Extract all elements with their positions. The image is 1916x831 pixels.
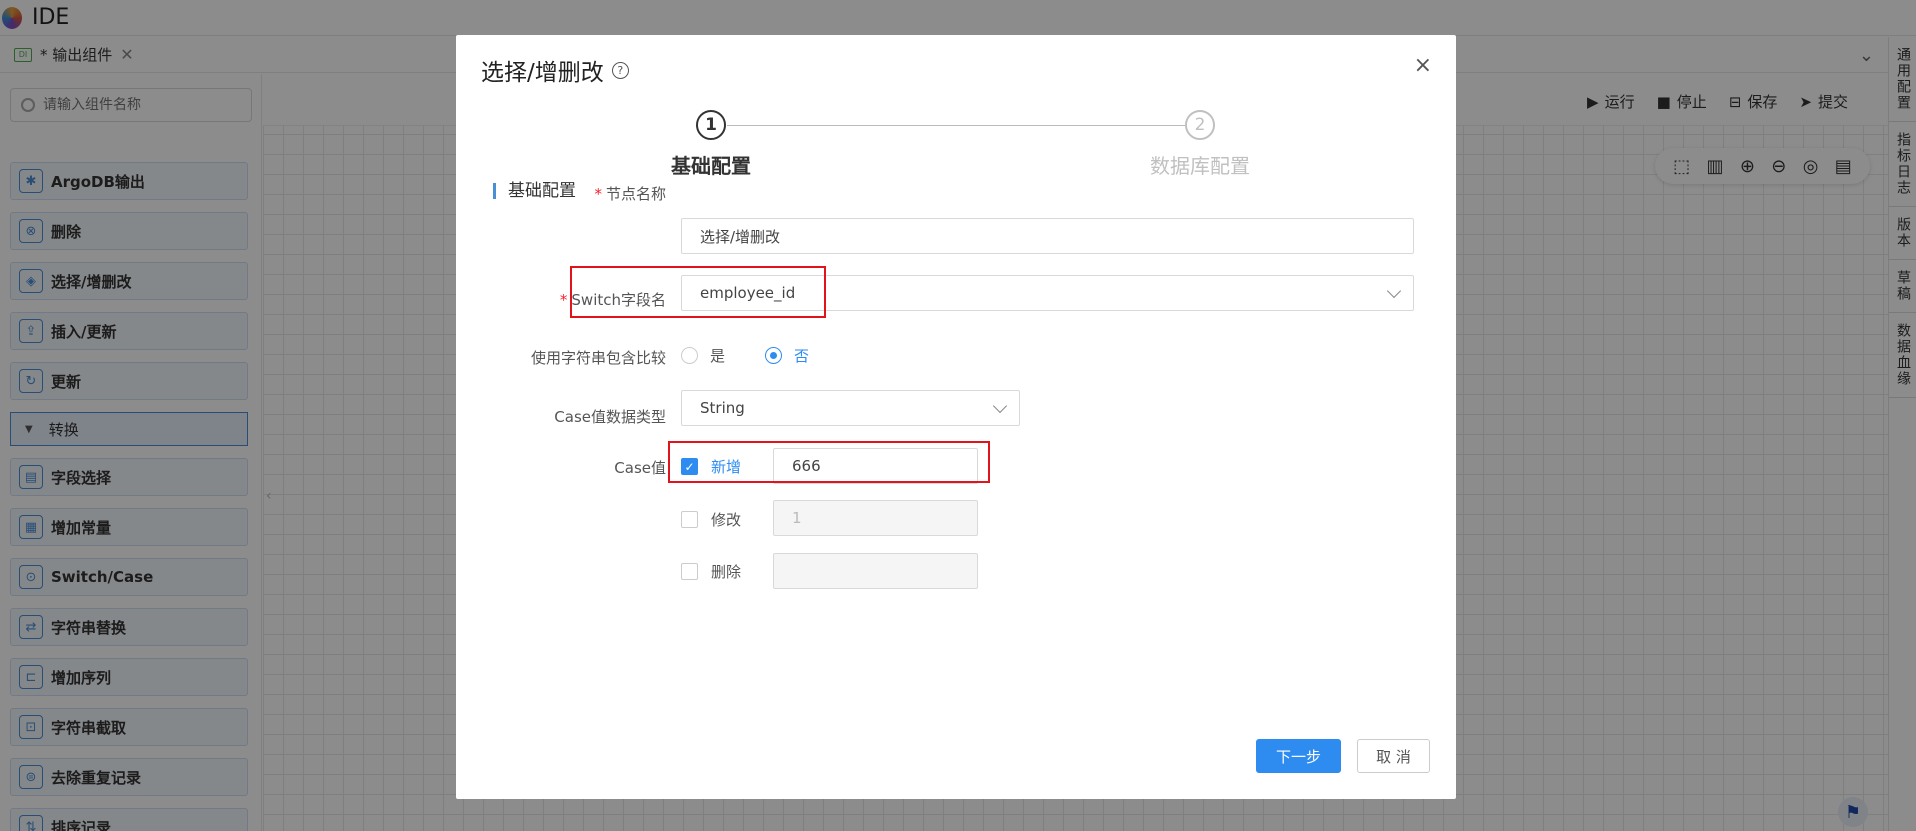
node-name-label-text: 节点名称 bbox=[605, 185, 666, 203]
highlight-switch-field bbox=[570, 266, 826, 318]
radio-yes-label: 是 bbox=[710, 347, 726, 365]
case-type-value: String bbox=[700, 399, 745, 417]
section-title: 基础配置 bbox=[493, 183, 576, 200]
node-name-input[interactable]: 选择/增删改 bbox=[681, 218, 1414, 254]
case-type-label: Case值数据类型 bbox=[554, 408, 666, 426]
select-crud-dialog: 选择/增删改 ? × 1 基础配置 2 数据库配置 基础配置 * 节点名称 选择/… bbox=[456, 35, 1456, 799]
close-icon[interactable]: × bbox=[1414, 53, 1432, 78]
case-modify-input[interactable]: 1 bbox=[773, 500, 978, 536]
chevron-down-icon bbox=[992, 398, 1008, 414]
case-row-delete: 删除 bbox=[681, 561, 741, 582]
dialog-title: 选择/增删改 ? bbox=[481, 53, 629, 87]
next-step-button[interactable]: 下一步 bbox=[1256, 739, 1341, 773]
step-label: 基础配置 bbox=[671, 154, 751, 178]
step-number: 2 bbox=[1185, 110, 1215, 140]
step-connector bbox=[727, 125, 1185, 126]
checkbox-modify[interactable] bbox=[681, 511, 698, 528]
steps: 1 基础配置 2 数据库配置 bbox=[456, 110, 1456, 180]
required-mark: * bbox=[559, 291, 568, 309]
node-name-label: * 节点名称 bbox=[594, 183, 666, 204]
help-icon[interactable]: ? bbox=[611, 61, 629, 79]
radio-no[interactable]: 否 bbox=[765, 345, 809, 366]
cancel-button[interactable]: 取 消 bbox=[1357, 739, 1430, 773]
checkbox-delete[interactable] bbox=[681, 563, 698, 580]
checkbox-delete-label: 删除 bbox=[711, 563, 742, 581]
radio-dot bbox=[681, 347, 698, 364]
string-compare-label: 使用字符串包含比较 bbox=[530, 349, 666, 367]
highlight-case-add bbox=[668, 441, 990, 483]
case-values-label: Case值 bbox=[614, 459, 666, 477]
checkbox-modify-label: 修改 bbox=[711, 511, 742, 529]
radio-no-label: 否 bbox=[794, 347, 810, 365]
step-number: 1 bbox=[696, 110, 726, 140]
radio-yes[interactable]: 是 bbox=[681, 345, 725, 366]
case-type-select[interactable]: String bbox=[681, 390, 1020, 426]
chevron-down-icon bbox=[1386, 283, 1402, 299]
dialog-title-text: 选择/增删改 bbox=[481, 60, 604, 86]
required-mark: * bbox=[594, 185, 602, 203]
step-label: 数据库配置 bbox=[1150, 154, 1250, 178]
string-compare-radios: 是 否 bbox=[681, 345, 849, 366]
case-delete-input[interactable] bbox=[773, 553, 978, 589]
radio-dot bbox=[765, 347, 783, 364]
case-row-modify: 修改 bbox=[681, 509, 741, 530]
